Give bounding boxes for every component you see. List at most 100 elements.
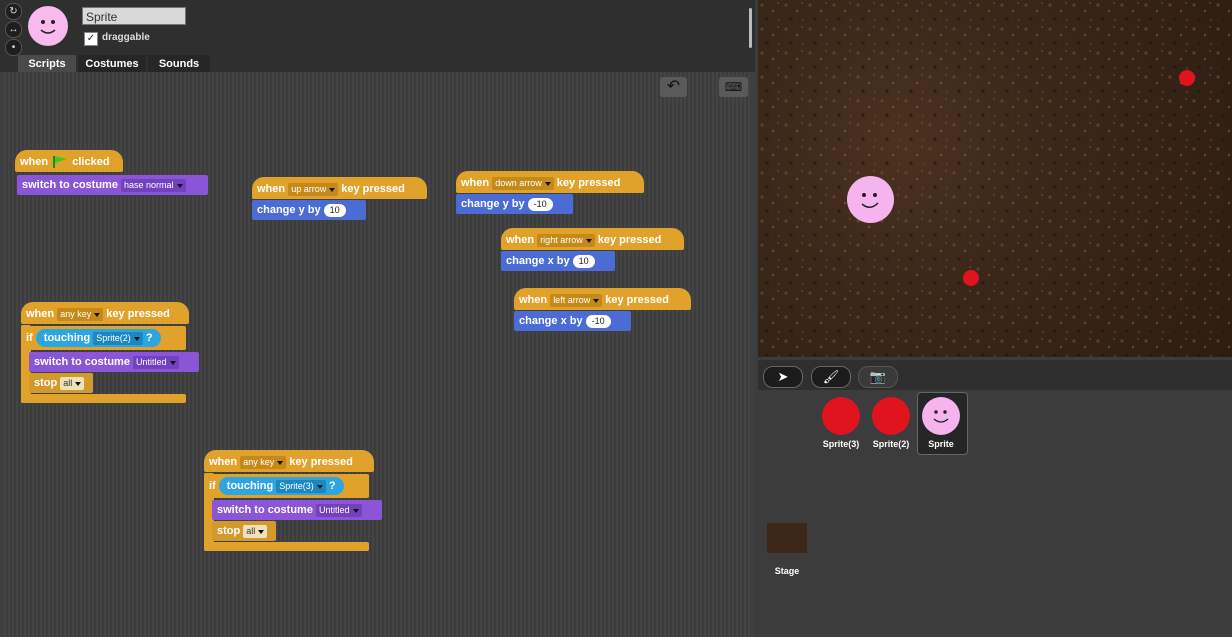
rotate-full-button[interactable]: ↻ <box>5 3 22 20</box>
corral-sprite-2[interactable]: Sprite(2) <box>868 397 914 449</box>
block-label: when <box>519 294 548 306</box>
when-key-pressed-block[interactable]: when any key key pressed <box>204 450 374 472</box>
when-flag-clicked-block[interactable]: when clicked <box>15 150 123 172</box>
number-input[interactable]: 10 <box>323 203 346 217</box>
block-label: change x by <box>506 255 570 267</box>
stop-option-dropdown[interactable]: all <box>243 524 268 538</box>
touching-block[interactable]: touching Sprite(2) ? <box>35 329 161 348</box>
sprite-name-input[interactable]: Sprite <box>82 7 186 25</box>
sprite-2-dot[interactable] <box>963 270 979 286</box>
block-label: when <box>20 156 49 168</box>
block-label: stop <box>34 377 58 389</box>
sprite-thumbnail <box>28 6 68 46</box>
switch-costume-block[interactable]: switch to costume hase normal <box>17 175 208 195</box>
block-label: key pressed <box>556 177 621 189</box>
touching-block[interactable]: touching Sprite(3) ? <box>218 477 344 496</box>
stage-thumbnail[interactable] <box>767 523 807 553</box>
block-label: when <box>506 234 535 246</box>
block-label: when <box>209 456 238 468</box>
key-dropdown[interactable]: up arrow <box>288 182 339 196</box>
corral-sprite-3[interactable]: Sprite(3) <box>818 397 864 449</box>
switch-costume-block[interactable]: switch to costume Untitled <box>29 352 199 372</box>
green-flag-icon <box>53 156 68 169</box>
dirt-texture <box>758 0 1232 357</box>
block-label: change y by <box>257 204 321 216</box>
costume-dropdown[interactable]: hase normal <box>121 178 186 192</box>
block-label: touching <box>226 480 274 493</box>
pink-smiley-sprite[interactable] <box>847 176 894 223</box>
block-label: switch to costume <box>22 179 118 191</box>
when-key-pressed-block[interactable]: when right arrow key pressed <box>501 228 684 250</box>
tab-sounds[interactable]: Sounds <box>148 55 210 72</box>
block-label: if <box>209 480 216 492</box>
number-input[interactable]: -10 <box>527 197 553 211</box>
block-label: key pressed <box>289 456 353 468</box>
change-y-block[interactable]: change y by 10 <box>252 200 366 220</box>
when-key-pressed-block[interactable]: when up arrow key pressed <box>252 177 427 199</box>
stage-label: Stage <box>774 566 800 576</box>
rotate-flip-button[interactable]: ↔ <box>5 21 22 38</box>
change-x-block[interactable]: change x by -10 <box>514 311 631 331</box>
key-dropdown[interactable]: left arrow <box>550 293 603 307</box>
when-key-pressed-block[interactable]: when down arrow key pressed <box>456 171 644 193</box>
number-input[interactable]: -10 <box>585 314 611 328</box>
stop-block[interactable]: stop all <box>212 521 276 541</box>
if-block[interactable]: if touching Sprite(2) ? <box>21 326 186 350</box>
smiley-face-icon <box>861 193 879 208</box>
stage[interactable] <box>758 0 1232 357</box>
smiley-face-icon <box>933 410 949 423</box>
if-block-end <box>204 542 369 551</box>
camera-icon[interactable]: 📷 <box>858 366 898 388</box>
costume-dropdown[interactable]: Untitled <box>316 503 362 517</box>
arrow-tool-icon[interactable]: ➤ <box>763 366 803 388</box>
keyboard-button[interactable]: ⌨ <box>719 77 748 97</box>
vertical-scrollbar[interactable] <box>749 8 752 48</box>
block-label: change x by <box>519 315 583 327</box>
sprite-thumbnail <box>922 397 960 435</box>
block-label: key pressed <box>597 234 662 246</box>
key-dropdown[interactable]: right arrow <box>537 233 595 247</box>
block-label: when <box>257 183 286 195</box>
sprite-2-thumbnail <box>872 397 910 435</box>
corral-sprite[interactable]: Sprite <box>918 397 964 449</box>
sprite-label: Sprite <box>928 439 954 449</box>
paintbrush-icon[interactable]: 🖌 <box>811 366 851 388</box>
change-x-block[interactable]: change x by 10 <box>501 251 615 271</box>
costume-dropdown[interactable]: Untitled <box>133 355 179 369</box>
sprite-3-thumbnail <box>822 397 860 435</box>
block-label: ? <box>328 480 336 493</box>
sprite-info-bar: ↻ ↔ • Sprite ✓ draggable Scripts Costume… <box>0 0 755 72</box>
block-label: touching <box>43 332 91 345</box>
sprite-label: Sprite(2) <box>872 439 910 449</box>
switch-costume-block[interactable]: switch to costume Untitled <box>212 500 382 520</box>
block-label: switch to costume <box>34 356 130 368</box>
number-input[interactable]: 10 <box>572 254 595 268</box>
touching-target-dropdown[interactable]: Sprite(2) <box>93 331 143 345</box>
stop-option-dropdown[interactable]: all <box>60 376 85 390</box>
rotate-none-button[interactable]: • <box>5 39 22 56</box>
undo-button[interactable]: ↶ <box>660 77 687 97</box>
key-dropdown[interactable]: any key <box>57 307 104 321</box>
tab-scripts[interactable]: Scripts <box>18 55 76 72</box>
key-dropdown[interactable]: down arrow <box>492 176 554 190</box>
when-key-pressed-block[interactable]: when any key key pressed <box>21 302 189 324</box>
block-label: key pressed <box>106 308 170 320</box>
stop-block[interactable]: stop all <box>29 373 93 393</box>
if-block[interactable]: if touching Sprite(3) ? <box>204 474 369 498</box>
tab-costumes[interactable]: Costumes <box>78 55 146 72</box>
draggable-checkbox[interactable]: ✓ <box>84 32 98 46</box>
change-y-block[interactable]: change y by -10 <box>456 194 573 214</box>
sprite-3-dot[interactable] <box>1179 70 1195 86</box>
sprite-label: Sprite(3) <box>822 439 860 449</box>
block-label: stop <box>217 525 241 537</box>
draggable-label: draggable <box>102 32 150 43</box>
touching-target-dropdown[interactable]: Sprite(3) <box>276 479 326 493</box>
block-label: if <box>26 332 33 344</box>
when-key-pressed-block[interactable]: when left arrow key pressed <box>514 288 691 310</box>
key-dropdown[interactable]: any key <box>240 455 287 469</box>
block-label: switch to costume <box>217 504 313 516</box>
block-label: key pressed <box>341 183 405 195</box>
editor-pane: ↻ ↔ • Sprite ✓ draggable Scripts Costume… <box>0 0 755 637</box>
block-label: when <box>26 308 55 320</box>
block-label: change y by <box>461 198 525 210</box>
